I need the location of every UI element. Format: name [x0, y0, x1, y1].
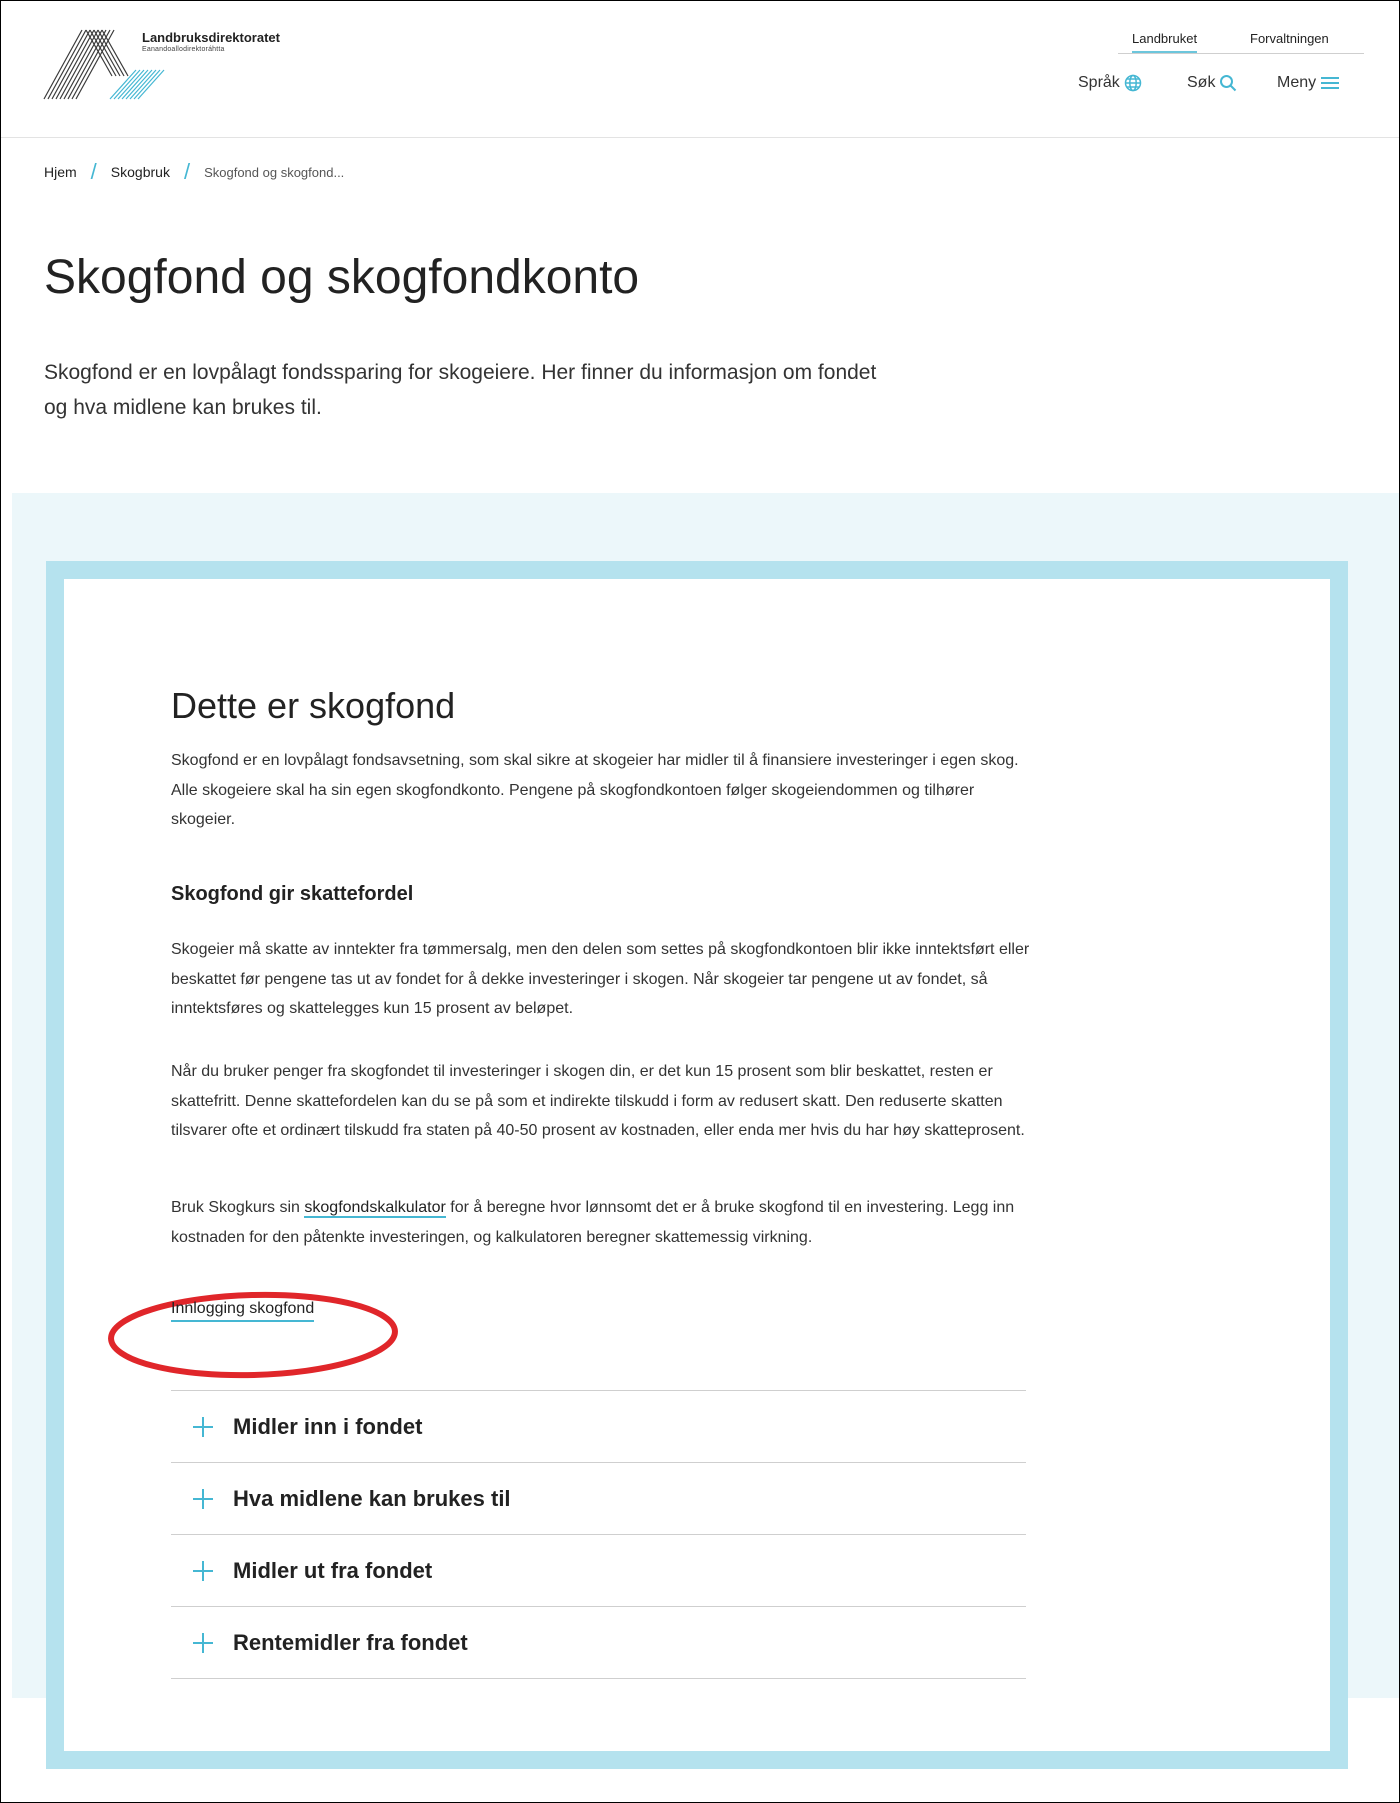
- search-button[interactable]: Søk: [1187, 74, 1237, 92]
- card-paragraph-tax: Skogeier må skatte av inntekter fra tømm…: [171, 941, 1030, 1017]
- login-skogfond-link[interactable]: Innlogging skogfond: [171, 1300, 315, 1322]
- breadcrumb-skogbruk[interactable]: Skogbruk: [111, 164, 170, 180]
- breadcrumb-current: Skogfond og skogfond...: [204, 164, 345, 180]
- breadcrumb: Hjem / Skogbruk / Skogfond og skogfond..…: [44, 159, 345, 184]
- menu-button[interactable]: Meny: [1277, 74, 1340, 92]
- org-name: Landbruksdirektoratet: [142, 30, 280, 45]
- accordion-label: Midler inn i fondet: [233, 1413, 423, 1439]
- card-heading: Dette er skogfond: [171, 685, 456, 726]
- page-title: Skogfond og skogfondkonto: [44, 251, 640, 304]
- accordion: Midler inn i fondet Hva midlene kan bruk…: [171, 1390, 1026, 1679]
- globe-icon: [1124, 74, 1142, 92]
- accordion-label: Rentemidler fra fondet: [233, 1629, 468, 1655]
- toplink-forvaltningen[interactable]: Forvaltningen: [1250, 31, 1329, 46]
- language-button[interactable]: Språk: [1078, 74, 1142, 92]
- accordion-item-midler-inn[interactable]: Midler inn i fondet: [171, 1391, 1026, 1463]
- plus-icon: [191, 1415, 215, 1439]
- accordion-label: Midler ut fra fondet: [233, 1557, 433, 1583]
- calculator-link[interactable]: skogfondskalkulator: [304, 1199, 446, 1218]
- calculator-text-before: Bruk Skogkurs sin: [171, 1199, 305, 1216]
- menu-label: Meny: [1277, 74, 1317, 91]
- audience-switcher: Landbruket Forvaltningen: [1118, 29, 1364, 54]
- site-header: Landbruksdirektoratet Eanandoallodirekto…: [0, 0, 1400, 138]
- info-card: Dette er skogfond Skogfond er en lovpåla…: [46, 561, 1348, 1769]
- card-subheading: Skogfond gir skattefordel: [171, 883, 414, 905]
- accordion-item-rentemidler[interactable]: Rentemidler fra fondet: [171, 1607, 1026, 1679]
- breadcrumb-separator-icon: /: [90, 159, 97, 184]
- search-icon: [1220, 75, 1237, 92]
- breadcrumb-separator-icon: /: [183, 159, 191, 184]
- card-paragraph-calculator: Bruk Skogkurs sin skogfondskalkulator fo…: [171, 1193, 1031, 1252]
- plus-icon: [191, 1559, 215, 1583]
- accordion-label: Hva midlene kan brukes til: [233, 1485, 511, 1511]
- site-logo[interactable]: Landbruksdirektoratet Eanandoallodirekto…: [42, 28, 362, 108]
- accordion-item-midler-ut[interactable]: Midler ut fra fondet: [171, 1535, 1026, 1607]
- card-intro: Skogfond er en lovpålagt fondsavsetning,…: [171, 752, 1019, 828]
- card-paragraph-benefit: Når du bruker penger fra skogfondet til …: [171, 1063, 1025, 1139]
- page-lead: Skogfond er en lovpålagt fondssparing fo…: [44, 361, 877, 419]
- language-label: Språk: [1078, 74, 1120, 91]
- search-label: Søk: [1187, 74, 1216, 91]
- plus-icon: [191, 1631, 215, 1655]
- org-subtitle: Eanandoallodirektoráhtta: [142, 46, 225, 53]
- plus-icon: [191, 1487, 215, 1511]
- breadcrumb-home[interactable]: Hjem: [44, 164, 77, 180]
- hamburger-menu-icon: [1321, 77, 1340, 89]
- accordion-item-hva-midlene[interactable]: Hva midlene kan brukes til: [171, 1463, 1026, 1535]
- toplink-landbruket[interactable]: Landbruket: [1132, 31, 1198, 53]
